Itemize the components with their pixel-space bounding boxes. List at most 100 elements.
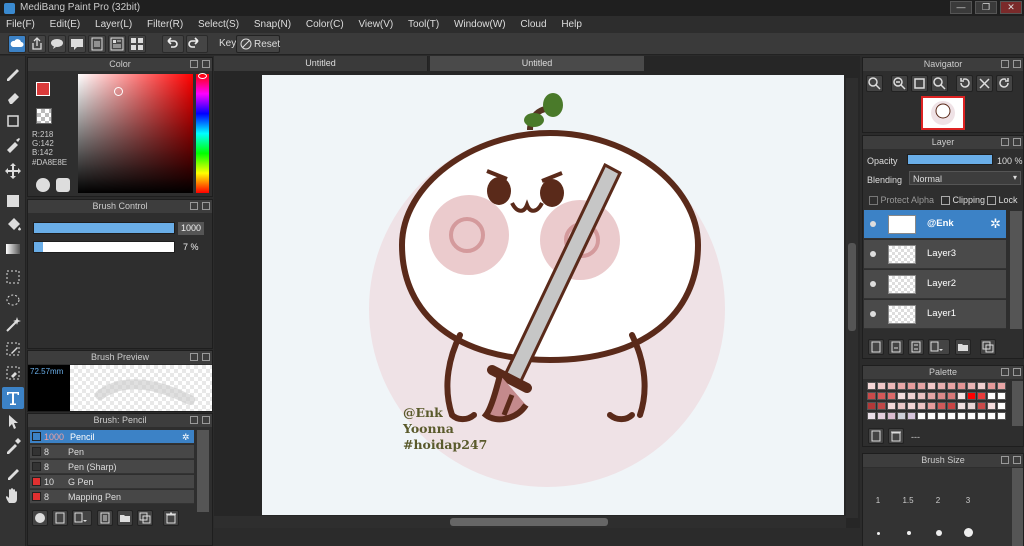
palette-color-swatch[interactable] xyxy=(877,412,886,420)
layer-row-enk[interactable]: @Enk ✲ xyxy=(864,210,1006,239)
color-picker-icon[interactable] xyxy=(56,178,70,192)
layer-menu-icon[interactable] xyxy=(928,339,950,355)
palette-color-swatch[interactable] xyxy=(897,402,906,410)
comment-icon[interactable] xyxy=(48,35,66,53)
menu-view[interactable]: View(V) xyxy=(352,16,399,33)
restore-button[interactable]: ❐ xyxy=(975,1,997,14)
tile-icon[interactable] xyxy=(128,35,146,53)
brush-size-slider[interactable] xyxy=(33,222,175,234)
menu-filter[interactable]: Filter(R) xyxy=(141,16,189,33)
layer-row-layer3[interactable]: Layer3 xyxy=(864,240,1006,269)
export-icon[interactable] xyxy=(28,35,46,53)
menu-select[interactable]: Select(S) xyxy=(192,16,245,33)
select-tool-icon[interactable] xyxy=(2,266,24,288)
eye-icon[interactable] xyxy=(870,251,876,257)
palette-color-swatch[interactable] xyxy=(877,382,886,390)
close-button[interactable]: ✕ xyxy=(1000,1,1022,14)
palette-color-swatch[interactable] xyxy=(957,402,966,410)
blending-select[interactable]: Normal ▾ xyxy=(909,171,1021,185)
minimize-button[interactable]: — xyxy=(950,1,972,14)
new-brush-icon[interactable] xyxy=(52,510,68,526)
horizontal-scrollbar[interactable] xyxy=(214,516,846,528)
palette-color-swatch[interactable] xyxy=(967,382,976,390)
palette-color-swatch[interactable] xyxy=(997,402,1006,410)
palette-color-swatch[interactable] xyxy=(957,392,966,400)
menu-cloud[interactable]: Cloud xyxy=(514,16,552,33)
palette-color-swatch[interactable] xyxy=(907,402,916,410)
brush-settings-icon[interactable] xyxy=(97,510,113,526)
close-icon[interactable] xyxy=(202,60,210,68)
menu-color[interactable]: Color(C) xyxy=(300,16,350,33)
brush-size-dot[interactable] xyxy=(877,532,880,535)
rotate-left-icon[interactable] xyxy=(956,75,973,92)
eyedropper-tool-icon[interactable] xyxy=(2,435,24,457)
palette-color-swatch[interactable] xyxy=(867,412,876,420)
palette-color-swatch[interactable] xyxy=(887,382,896,390)
fill-rect-tool-icon[interactable] xyxy=(2,190,24,212)
add-palette-color-icon[interactable] xyxy=(868,428,884,444)
palette-color-swatch[interactable] xyxy=(987,412,996,420)
float-icon[interactable] xyxy=(1001,456,1009,464)
palette-color-swatch[interactable] xyxy=(997,412,1006,420)
gradient-tool-icon[interactable] xyxy=(2,238,24,260)
brush-menu-icon[interactable] xyxy=(72,510,92,526)
eye-icon[interactable] xyxy=(870,221,876,227)
layer-opacity-slider[interactable] xyxy=(907,154,993,165)
brush-item-pencil[interactable]: 1000 Pencil ✲ xyxy=(30,430,194,444)
brush-list-scrollbar[interactable] xyxy=(197,430,209,512)
gear-icon[interactable]: ✲ xyxy=(182,430,190,444)
palette-color-swatch[interactable] xyxy=(917,412,926,420)
select-pen-tool-icon[interactable] xyxy=(2,338,24,360)
hue-handle[interactable] xyxy=(198,73,207,79)
brush-item-pen-sharp[interactable]: 8 Pen (Sharp) xyxy=(30,460,194,474)
brush-size-scrollbar[interactable] xyxy=(1012,468,1023,546)
palette-color-swatch[interactable] xyxy=(897,382,906,390)
menu-layer[interactable]: Layer(L) xyxy=(89,16,138,33)
document-icon[interactable] xyxy=(88,35,106,53)
new-halftone-layer-icon[interactable] xyxy=(888,339,904,355)
layer-row-layer2[interactable]: Layer2 xyxy=(864,270,1006,299)
select-eraser-tool-icon[interactable] xyxy=(2,362,24,384)
hue-slider[interactable] xyxy=(196,73,209,193)
palette-color-swatch[interactable] xyxy=(907,412,916,420)
menu-file[interactable]: File(F) xyxy=(0,16,41,33)
menu-window[interactable]: Window(W) xyxy=(448,16,512,33)
add-brush-icon[interactable] xyxy=(32,510,48,526)
palette-color-swatch[interactable] xyxy=(967,392,976,400)
layer-copy-icon[interactable] xyxy=(980,339,996,355)
saturation-value-field[interactable] xyxy=(78,74,193,193)
brush-size-dot[interactable] xyxy=(936,530,942,536)
brush-size-dot[interactable] xyxy=(964,528,973,537)
palette-color-swatch[interactable] xyxy=(917,402,926,410)
palette-scrollbar[interactable] xyxy=(1012,381,1023,426)
brush-size-option-3[interactable]: 3 xyxy=(953,496,983,505)
close-icon[interactable] xyxy=(202,202,210,210)
palette-color-swatch[interactable] xyxy=(897,392,906,400)
brush-size-option-1-5[interactable]: 1.5 xyxy=(893,496,923,505)
float-icon[interactable] xyxy=(190,60,198,68)
palette-color-swatch[interactable] xyxy=(987,392,996,400)
reset-view-icon[interactable] xyxy=(976,75,993,92)
brush-tool-icon[interactable] xyxy=(2,62,24,84)
layer-folder-icon[interactable] xyxy=(955,339,971,355)
brush-size-dot[interactable] xyxy=(907,531,911,535)
close-icon[interactable] xyxy=(202,416,210,424)
layer-scrollbar[interactable] xyxy=(1010,211,1022,329)
palette-color-swatch[interactable] xyxy=(937,382,946,390)
tab-untitled-1[interactable]: Untitled xyxy=(214,56,428,71)
clipping-checkbox[interactable]: Clipping xyxy=(941,195,985,206)
vertical-scrollbar[interactable] xyxy=(846,78,858,518)
palette-color-swatch[interactable] xyxy=(987,402,996,410)
brush-delete-icon[interactable] xyxy=(163,510,179,526)
delete-palette-color-icon[interactable] xyxy=(888,428,904,444)
eye-icon[interactable] xyxy=(870,281,876,287)
brush-size-value[interactable]: 1000 xyxy=(178,222,204,235)
float-icon[interactable] xyxy=(190,202,198,210)
palette-color-swatch[interactable] xyxy=(957,382,966,390)
chat-icon[interactable] xyxy=(68,35,86,53)
navigator-thumbnail[interactable] xyxy=(921,96,965,130)
palette-color-swatch[interactable] xyxy=(957,412,966,420)
eraser-tool-icon[interactable] xyxy=(2,86,24,108)
brush-size-option-2[interactable]: 2 xyxy=(923,496,953,505)
pen-tool-icon[interactable] xyxy=(2,461,24,483)
